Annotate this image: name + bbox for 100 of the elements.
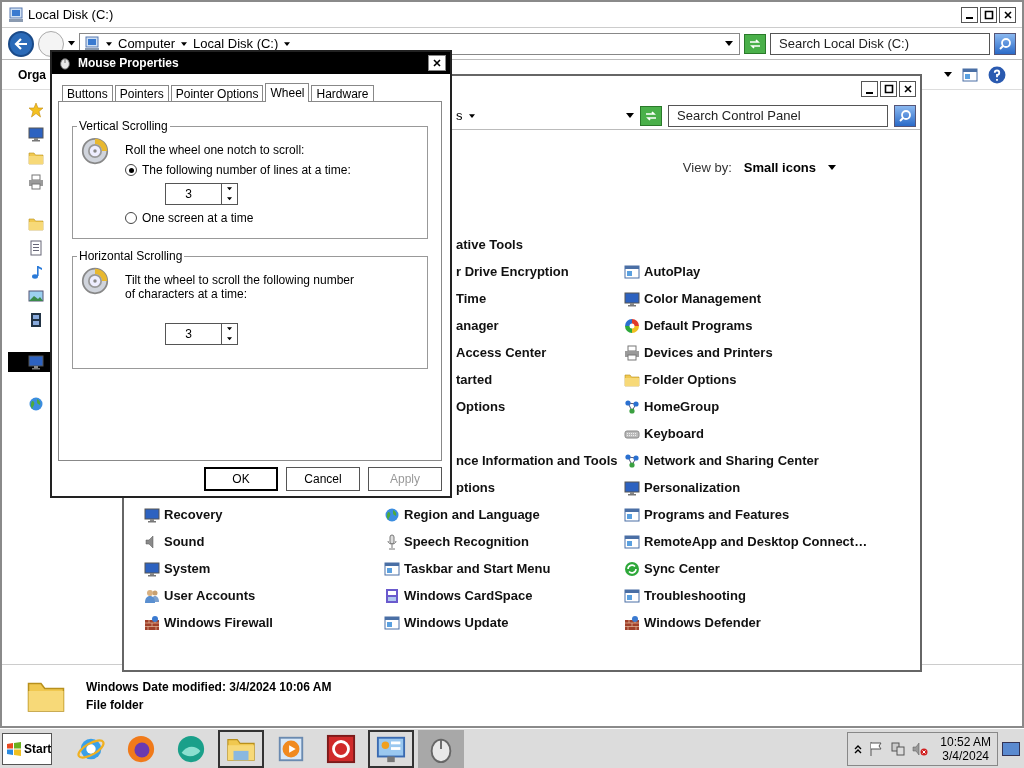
color-wheel-icon	[624, 317, 640, 334]
picture-icon	[28, 288, 44, 304]
start-button[interactable]: Start	[2, 732, 52, 765]
control-panel-link[interactable]: Windows Defender	[624, 609, 864, 636]
taskbar-button[interactable]	[368, 729, 414, 768]
view-by-dropdown[interactable]: Small icons	[743, 160, 816, 175]
tab[interactable]: Hardware	[311, 85, 374, 101]
maximize-button[interactable]	[980, 6, 997, 23]
mouse-icon	[58, 56, 72, 70]
search-field[interactable]: Search Local Disk (C:)	[770, 32, 990, 55]
search-button[interactable]	[894, 104, 916, 127]
tab[interactable]: Pointer Options	[170, 85, 264, 101]
control-panel-link[interactable]: Keyboard	[624, 420, 864, 447]
document-icon	[28, 240, 44, 256]
caret-icon	[284, 41, 291, 46]
search-button[interactable]	[994, 32, 1016, 55]
control-panel-link[interactable]: Devices and Printers	[624, 339, 864, 366]
dialog-button[interactable]: Cancel	[286, 467, 360, 491]
control-panel-link[interactable]: Personalization	[624, 474, 864, 501]
clock-date: 3/4/2024	[942, 748, 989, 763]
control-panel-link[interactable]: Region and Language	[384, 501, 624, 528]
monitor-icon	[28, 354, 44, 370]
number-field[interactable]: 3	[165, 183, 221, 205]
window-title: Local Disk (C:)	[28, 7, 115, 22]
control-panel-link[interactable]: Windows Update	[384, 609, 624, 636]
search-icon	[898, 108, 912, 123]
control-panel-link[interactable]: RemoteApp and Desktop Connect…	[624, 528, 864, 555]
maximize-icon	[983, 9, 994, 20]
chevron-up-icon[interactable]	[854, 743, 863, 754]
close-button[interactable]	[428, 55, 446, 71]
browser-icon	[126, 733, 156, 764]
window-icon	[624, 506, 640, 523]
control-panel-link[interactable]: AutoPlay	[624, 258, 864, 285]
option-label[interactable]: One screen at a time	[142, 211, 254, 225]
minimize-button[interactable]	[961, 6, 978, 23]
dialog-button[interactable]: OK	[204, 467, 278, 491]
minimize-button[interactable]	[861, 81, 878, 97]
item-modified: Date modified: 3/4/2024 10:06 AM	[142, 679, 332, 694]
tab[interactable]: Pointers	[114, 85, 169, 101]
arrows-icon	[644, 109, 658, 122]
control-panel-link[interactable]: Network and Sharing Center	[624, 447, 864, 474]
spin-buttons[interactable]	[221, 323, 238, 345]
window-icon	[962, 66, 978, 83]
monitor-icon	[144, 506, 160, 523]
tab[interactable]: Buttons	[62, 85, 113, 101]
caret-icon	[468, 113, 475, 118]
control-panel-link[interactable]: Speech Recognition	[384, 528, 624, 555]
item-type: File folder	[86, 697, 145, 712]
window-icon	[384, 560, 400, 577]
search-field[interactable]: Search Control Panel	[668, 104, 888, 127]
monitor-icon	[624, 290, 640, 307]
sync-icon	[624, 560, 640, 577]
control-panel-link[interactable]: HomeGroup	[624, 393, 864, 420]
breadcrumb[interactable]: s	[456, 108, 463, 123]
control-panel-link[interactable]: Windows CardSpace	[384, 582, 624, 609]
network-icon	[624, 452, 640, 469]
view-caret-icon	[944, 72, 952, 77]
maximize-button[interactable]	[880, 81, 897, 97]
windows-flag-icon	[6, 740, 22, 757]
spin-buttons[interactable]	[221, 183, 238, 205]
control-panel-link[interactable]: Sound	[144, 528, 384, 555]
prompt-text: Roll the wheel one notch to scroll:	[125, 143, 306, 157]
arrows-icon	[748, 37, 762, 50]
control-panel-link[interactable]: Windows Firewall	[144, 609, 384, 636]
refresh-button[interactable]	[640, 105, 662, 126]
control-panel-link[interactable]: Troubleshooting	[624, 582, 864, 609]
refresh-button[interactable]	[744, 33, 766, 54]
maximize-icon	[883, 84, 894, 94]
view-by-label: View by:	[682, 160, 732, 175]
radio-button[interactable]	[125, 212, 137, 224]
caret-icon	[181, 41, 188, 46]
close-button[interactable]	[999, 6, 1016, 23]
number-field[interactable]: 3	[165, 323, 221, 345]
taskbar-button[interactable]	[218, 729, 264, 768]
group-title: Vertical Scrolling	[78, 119, 169, 133]
help-icon[interactable]	[988, 65, 1006, 84]
tab[interactable]: Wheel	[265, 83, 310, 102]
option-label[interactable]: The following number of lines at a time:	[142, 163, 351, 177]
close-button[interactable]	[899, 81, 916, 97]
folder-icon	[28, 150, 44, 166]
star-icon	[28, 102, 44, 118]
globe-icon	[384, 506, 400, 523]
control-panel-link[interactable]: Default Programs	[624, 312, 864, 339]
control-panel-link[interactable]: User Accounts	[144, 582, 384, 609]
network-icon	[624, 398, 640, 415]
control-panel-link[interactable]: Color Management	[624, 285, 864, 312]
control-panel-link[interactable]: Recovery	[144, 501, 384, 528]
radio-button[interactable]	[125, 164, 137, 176]
control-panel-link[interactable]: Folder Options	[624, 366, 864, 393]
nav-item-selected[interactable]	[8, 352, 52, 372]
window-icon	[624, 587, 640, 604]
show-desktop-button[interactable]	[1002, 741, 1020, 756]
control-panel-link[interactable]: System	[144, 555, 384, 582]
dropdown-caret-icon	[626, 113, 634, 118]
card-icon	[384, 587, 400, 604]
back-button[interactable]	[8, 30, 34, 57]
breadcrumb[interactable]: Computer	[118, 36, 176, 51]
control-panel-link[interactable]: Taskbar and Start Menu	[384, 555, 624, 582]
control-panel-link[interactable]: Sync Center	[624, 555, 864, 582]
control-panel-link[interactable]: Programs and Features	[624, 501, 864, 528]
